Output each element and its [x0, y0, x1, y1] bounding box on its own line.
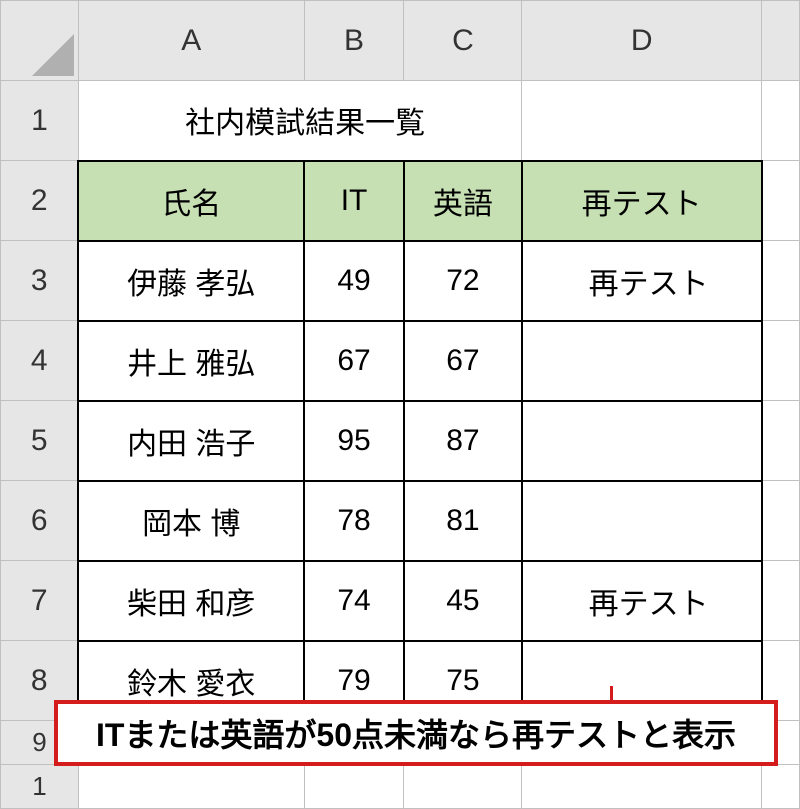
cell-B10[interactable]: [304, 765, 404, 809]
cell-name[interactable]: 井上 雅弘: [78, 321, 304, 401]
cell-it[interactable]: 74: [304, 561, 404, 641]
cell-retest[interactable]: [522, 481, 762, 561]
row-header-7[interactable]: 7: [1, 561, 79, 641]
row-header-5[interactable]: 5: [1, 401, 79, 481]
cell-retest[interactable]: 再テスト: [522, 241, 762, 321]
cell-E10[interactable]: [762, 765, 800, 809]
spreadsheet-grid[interactable]: A B C D 1 社内模試結果一覧 2 氏名 IT 英語 再テスト 3 伊藤 …: [0, 0, 800, 809]
cell-name[interactable]: 伊藤 孝弘: [78, 241, 304, 321]
row-header-1[interactable]: 1: [1, 81, 79, 161]
cell-eng[interactable]: 81: [404, 481, 522, 561]
header-eng[interactable]: 英語: [404, 161, 522, 241]
cell-E1[interactable]: [762, 81, 800, 161]
col-header-A[interactable]: A: [78, 1, 304, 81]
cell-name[interactable]: 内田 浩子: [78, 401, 304, 481]
cell-E6[interactable]: [762, 481, 800, 561]
callout-text: ITまたは英語が50点未満なら再テストと表示: [96, 710, 736, 756]
col-header-E[interactable]: [762, 1, 800, 81]
cell-it[interactable]: 78: [304, 481, 404, 561]
cell-it[interactable]: 67: [304, 321, 404, 401]
select-all-triangle[interactable]: [1, 1, 79, 81]
explanation-callout: ITまたは英語が50点未満なら再テストと表示: [54, 700, 778, 766]
cell-retest[interactable]: [522, 321, 762, 401]
cell-name[interactable]: 柴田 和彦: [78, 561, 304, 641]
row-header-6[interactable]: 6: [1, 481, 79, 561]
row-header-4[interactable]: 4: [1, 321, 79, 401]
cell-title[interactable]: 社内模試結果一覧: [78, 81, 521, 161]
row-header-2[interactable]: 2: [1, 161, 79, 241]
row-header-10[interactable]: 1: [1, 765, 79, 809]
cell-E2[interactable]: [762, 161, 800, 241]
cell-eng[interactable]: 72: [404, 241, 522, 321]
cell-retest[interactable]: [522, 401, 762, 481]
cell-retest[interactable]: 再テスト: [522, 561, 762, 641]
header-it[interactable]: IT: [304, 161, 404, 241]
col-header-D[interactable]: D: [522, 1, 762, 81]
cell-C10[interactable]: [404, 765, 522, 809]
cell-eng[interactable]: 67: [404, 321, 522, 401]
col-header-B[interactable]: B: [304, 1, 404, 81]
cell-E4[interactable]: [762, 321, 800, 401]
cell-it[interactable]: 95: [304, 401, 404, 481]
cell-D1[interactable]: [522, 81, 762, 161]
cell-E3[interactable]: [762, 241, 800, 321]
cell-name[interactable]: 岡本 博: [78, 481, 304, 561]
cell-eng[interactable]: 87: [404, 401, 522, 481]
header-name[interactable]: 氏名: [78, 161, 304, 241]
cell-E7[interactable]: [762, 561, 800, 641]
cell-eng[interactable]: 45: [404, 561, 522, 641]
cell-it[interactable]: 49: [304, 241, 404, 321]
cell-A10[interactable]: [78, 765, 304, 809]
cell-D10[interactable]: [522, 765, 762, 809]
col-header-C[interactable]: C: [404, 1, 522, 81]
header-retest[interactable]: 再テスト: [522, 161, 762, 241]
row-header-3[interactable]: 3: [1, 241, 79, 321]
cell-E5[interactable]: [762, 401, 800, 481]
